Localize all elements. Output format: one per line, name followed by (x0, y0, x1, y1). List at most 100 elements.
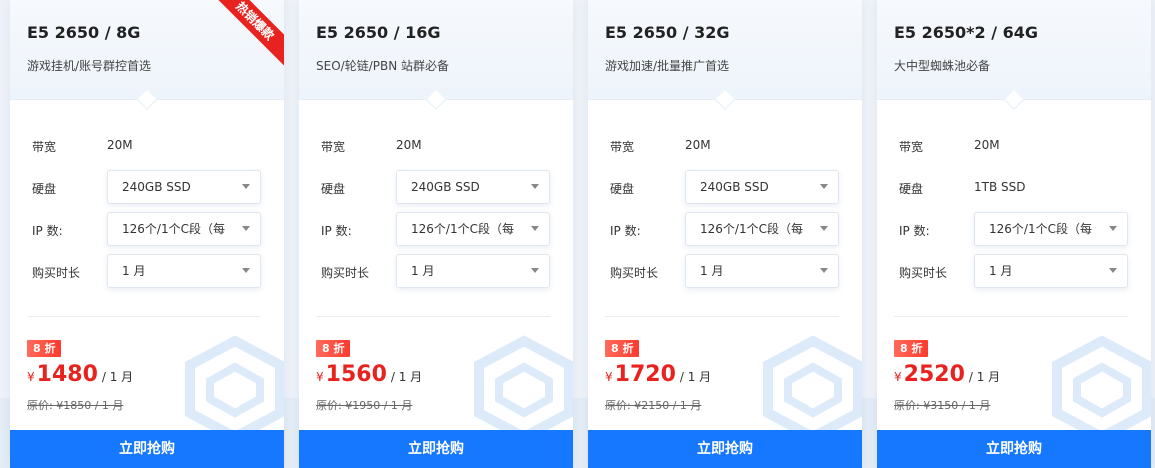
buy-now-button[interactable]: 立即抢购 (299, 430, 573, 468)
original-price: 原价: ¥3150 / 1 月 (894, 399, 991, 412)
plan-card-e5-2650x2-64g: E5 2650*2 / 64G 大中型蜘蛛池必备 带宽 20M 硬盘 1TB S… (877, 0, 1151, 468)
ip-select[interactable]: 126个/1个C段（每 (974, 212, 1128, 246)
duration-select[interactable]: 1 月 (107, 254, 261, 288)
duration-label: 购买时长 (321, 266, 370, 280)
duration-label: 购买时长 (32, 266, 81, 280)
duration-label: 购买时长 (610, 266, 659, 280)
price-line: ¥2520/ 1 月 (894, 362, 1000, 387)
duration-select-value: 1 月 (989, 264, 1013, 278)
hexagon-decoration-icon (1052, 335, 1151, 435)
price-line: ¥1480/ 1 月 (27, 362, 133, 387)
plan-card-e5-2650-8g: E5 2650 / 8G 游戏挂机/账号群控首选 热销爆款 带宽 20M 硬盘 … (10, 0, 284, 468)
discount-badge: 8 折 (894, 340, 929, 357)
disk-select-value: 240GB SSD (700, 180, 769, 194)
plan-title: E5 2650 / 8G (27, 23, 141, 42)
price-period: / 1 月 (679, 370, 712, 384)
discount-badge: 8 折 (27, 340, 62, 357)
ip-select-value: 126个/1个C段（每 (122, 222, 225, 236)
original-price: 原价: ¥2150 / 1 月 (605, 399, 702, 412)
buy-now-button[interactable]: 立即抢购 (10, 430, 284, 468)
duration-select[interactable]: 1 月 (974, 254, 1128, 288)
plan-title: E5 2650 / 32G (605, 23, 730, 42)
plan-subtitle: SEO/轮链/PBN 站群必备 (316, 59, 449, 73)
price-period: / 1 月 (101, 370, 134, 384)
price-period: / 1 月 (968, 370, 1001, 384)
price-value: 2520 (903, 362, 965, 387)
card-header (588, 0, 862, 100)
plan-subtitle: 大中型蜘蛛池必备 (894, 59, 991, 73)
chevron-down-icon (820, 184, 828, 189)
chevron-down-icon (531, 226, 539, 231)
chevron-down-icon (531, 184, 539, 189)
chevron-down-icon (1109, 226, 1117, 231)
buy-now-button[interactable]: 立即抢购 (877, 430, 1151, 468)
bandwidth-label: 带宽 (32, 140, 57, 154)
bandwidth-value: 20M (396, 138, 422, 152)
ip-select-value: 126个/1个C段（每 (989, 222, 1092, 236)
duration-select[interactable]: 1 月 (396, 254, 550, 288)
disk-label: 硬盘 (321, 182, 346, 196)
currency-symbol: ¥ (27, 370, 35, 384)
disk-select[interactable]: 240GB SSD (685, 170, 839, 204)
bandwidth-label: 带宽 (610, 140, 635, 154)
bandwidth-label: 带宽 (899, 140, 924, 154)
currency-symbol: ¥ (316, 370, 324, 384)
ip-select-value: 126个/1个C段（每 (700, 222, 803, 236)
discount-badge: 8 折 (605, 340, 640, 357)
ip-select-value: 126个/1个C段（每 (411, 222, 514, 236)
bandwidth-value: 20M (685, 138, 711, 152)
currency-symbol: ¥ (605, 370, 613, 384)
bandwidth-value: 20M (107, 138, 133, 152)
hexagon-decoration-icon (474, 335, 573, 435)
chevron-down-icon (531, 268, 539, 273)
chevron-down-icon (242, 226, 250, 231)
original-price: 原价: ¥1950 / 1 月 (316, 399, 413, 412)
disk-select-value: 240GB SSD (411, 180, 480, 194)
ip-label: IP 数: (899, 224, 930, 238)
plan-subtitle: 游戏加速/批量推广首选 (605, 59, 730, 73)
divider (316, 316, 550, 317)
original-price: 原价: ¥1850 / 1 月 (27, 399, 124, 412)
duration-select-value: 1 月 (411, 264, 435, 278)
disk-label: 硬盘 (32, 182, 57, 196)
price-value: 1560 (325, 362, 387, 387)
ip-label: IP 数: (321, 224, 352, 238)
disk-label: 硬盘 (610, 182, 635, 196)
price-line: ¥1720/ 1 月 (605, 362, 711, 387)
ip-label: IP 数: (32, 224, 63, 238)
hexagon-decoration-icon (185, 335, 284, 435)
price-line: ¥1560/ 1 月 (316, 362, 422, 387)
chevron-down-icon (1109, 268, 1117, 273)
divider (894, 316, 1128, 317)
plan-subtitle: 游戏挂机/账号群控首选 (27, 59, 152, 73)
divider (27, 316, 261, 317)
plan-card-e5-2650-32g: E5 2650 / 32G 游戏加速/批量推广首选 带宽 20M 硬盘 240G… (588, 0, 862, 468)
plan-title: E5 2650 / 16G (316, 23, 441, 42)
duration-select-value: 1 月 (122, 264, 146, 278)
price-value: 1720 (614, 362, 676, 387)
divider (605, 316, 839, 317)
chevron-down-icon (820, 268, 828, 273)
disk-select[interactable]: 240GB SSD (396, 170, 550, 204)
price-period: / 1 月 (390, 370, 423, 384)
card-header (299, 0, 573, 100)
ip-select[interactable]: 126个/1个C段（每 (107, 212, 261, 246)
bandwidth-value: 20M (974, 138, 1000, 152)
plan-title: E5 2650*2 / 64G (894, 23, 1039, 42)
disk-select-value: 240GB SSD (122, 180, 191, 194)
buy-now-button[interactable]: 立即抢购 (588, 430, 862, 468)
disk-label: 硬盘 (899, 182, 924, 196)
ip-select[interactable]: 126个/1个C段（每 (396, 212, 550, 246)
chevron-down-icon (242, 184, 250, 189)
ip-label: IP 数: (610, 224, 641, 238)
discount-badge: 8 折 (316, 340, 351, 357)
disk-select[interactable]: 240GB SSD (107, 170, 261, 204)
price-value: 1480 (36, 362, 98, 387)
hexagon-decoration-icon (763, 335, 862, 435)
duration-select[interactable]: 1 月 (685, 254, 839, 288)
currency-symbol: ¥ (894, 370, 902, 384)
chevron-down-icon (242, 268, 250, 273)
ip-select[interactable]: 126个/1个C段（每 (685, 212, 839, 246)
chevron-down-icon (820, 226, 828, 231)
bandwidth-label: 带宽 (321, 140, 346, 154)
